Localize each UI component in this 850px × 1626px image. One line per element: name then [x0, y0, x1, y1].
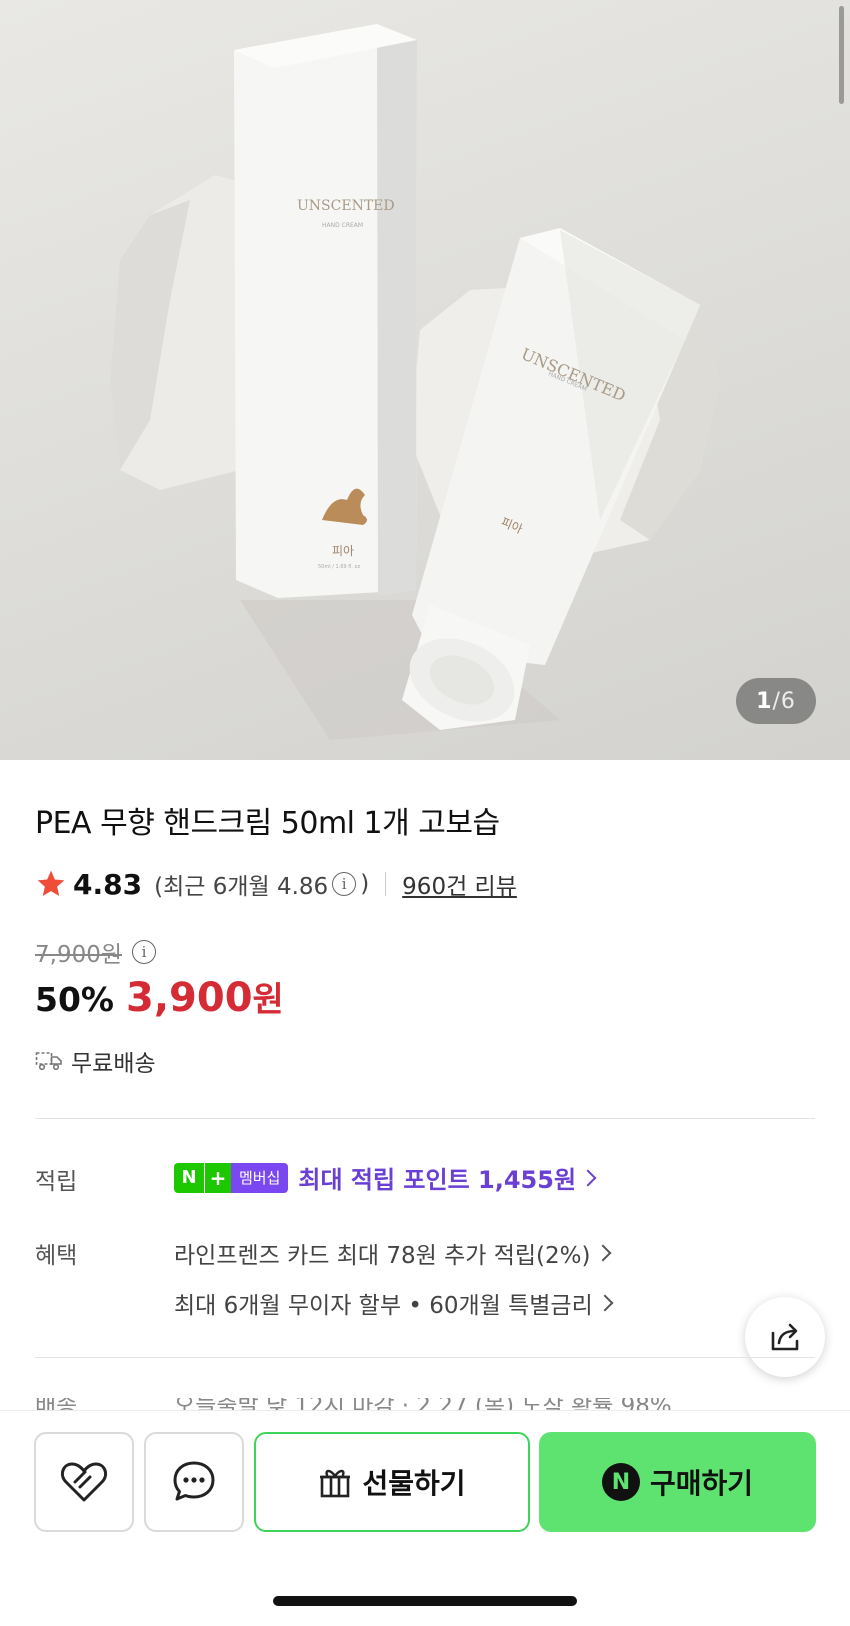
product-photo: UNSCENTED HAND CREAM 피아 50ml / 1.69 fl. … — [110, 24, 720, 740]
box-sub-text: HAND CREAM — [322, 222, 363, 229]
section-divider — [35, 1357, 815, 1358]
image-counter-total: 6 — [780, 688, 796, 714]
naver-pay-logo-icon: N — [601, 1463, 640, 1501]
share-button[interactable] — [745, 1297, 825, 1377]
wishlist-button[interactable] — [34, 1432, 134, 1532]
divider — [385, 872, 387, 896]
original-price-row: 7,900원 i — [35, 935, 160, 969]
rating-row: 4.83 (최근 6개월 4.86 i ) 960건 리뷰 — [35, 866, 517, 902]
box-volume-text: 50ml / 1.69 fl. oz — [318, 564, 361, 570]
truck-icon — [35, 1052, 62, 1071]
product-title: PEA 무향 핸드크림 50ml 1개 고보습 — [35, 806, 500, 841]
recent-rating-close: ) — [360, 871, 370, 897]
chevron-right-icon — [579, 1169, 597, 1186]
page-scrollbar[interactable] — [839, 6, 844, 104]
card-benefit-text: 라인프렌즈 카드 최대 78원 추가 적립(2%) — [174, 1243, 591, 1269]
buy-button-label: 구매하기 — [649, 1467, 754, 1500]
section-divider — [35, 1118, 815, 1119]
badge-plus: + — [204, 1162, 231, 1193]
chat-button[interactable] — [144, 1432, 244, 1532]
chat-bubble-icon — [173, 1461, 215, 1501]
currency-unit: 원 — [252, 980, 284, 1020]
chevron-right-icon — [594, 1244, 611, 1262]
gift-button[interactable]: 선물하기 — [254, 1432, 530, 1532]
gift-button-label: 선물하기 — [362, 1467, 466, 1500]
box-brand-text: UNSCENTED — [297, 198, 395, 214]
recent-rating-text: (최근 6개월 4.86 — [154, 874, 329, 900]
box-maker-text: 피아 — [332, 544, 354, 558]
badge-n: N — [174, 1162, 204, 1193]
home-indicator[interactable] — [273, 1596, 577, 1606]
rating-score: 4.83 — [73, 867, 143, 901]
installment-benefit-text: 최대 6개월 무이자 할부 • 60개월 특별금리 — [174, 1293, 593, 1319]
benefit-label: 혜택 — [35, 1243, 78, 1269]
badge-membership: 멤버십 — [231, 1162, 289, 1193]
share-icon — [771, 1323, 799, 1351]
card-benefit-link[interactable]: 라인프렌즈 카드 최대 78원 추가 적립(2%) — [174, 1236, 611, 1270]
max-points-text: 최대 적립 포인트 1,455원 — [298, 1166, 577, 1194]
info-icon[interactable]: i — [332, 872, 357, 896]
shipping-info: 무료배송 — [35, 1044, 156, 1078]
star-icon — [37, 870, 65, 896]
recent-rating: (최근 6개월 4.86 i ) — [154, 867, 369, 901]
price-info-icon[interactable]: i — [132, 940, 157, 964]
chevron-right-icon — [596, 1294, 614, 1312]
image-counter: 1 / 6 — [736, 678, 816, 724]
sale-price: 3,900 — [126, 975, 253, 1021]
original-price: 7,900원 — [35, 942, 123, 968]
installment-benefit-link[interactable]: 최대 6개월 무이자 할부 • 60개월 특별금리 — [174, 1286, 614, 1320]
sale-price-row: 50% 3,900 원 — [35, 972, 284, 1021]
points-label: 적립 — [35, 1169, 78, 1195]
naver-plus-membership-badge: N + 멤버십 — [174, 1162, 289, 1193]
review-count-link[interactable]: 960건 리뷰 — [402, 867, 517, 901]
product-image-gallery[interactable]: UNSCENTED HAND CREAM 피아 50ml / 1.69 fl. … — [0, 0, 850, 760]
discount-rate: 50% — [35, 980, 114, 1019]
image-counter-current: 1 — [756, 688, 773, 714]
gift-icon — [320, 1469, 351, 1498]
shipping-text: 무료배송 — [71, 1051, 156, 1077]
heart-icon — [60, 1462, 108, 1502]
points-row[interactable]: N + 멤버십 최대 적립 포인트 1,455원 — [174, 1160, 597, 1195]
buy-button[interactable]: N 구매하기 — [539, 1432, 816, 1532]
image-counter-separator: / — [772, 688, 781, 714]
